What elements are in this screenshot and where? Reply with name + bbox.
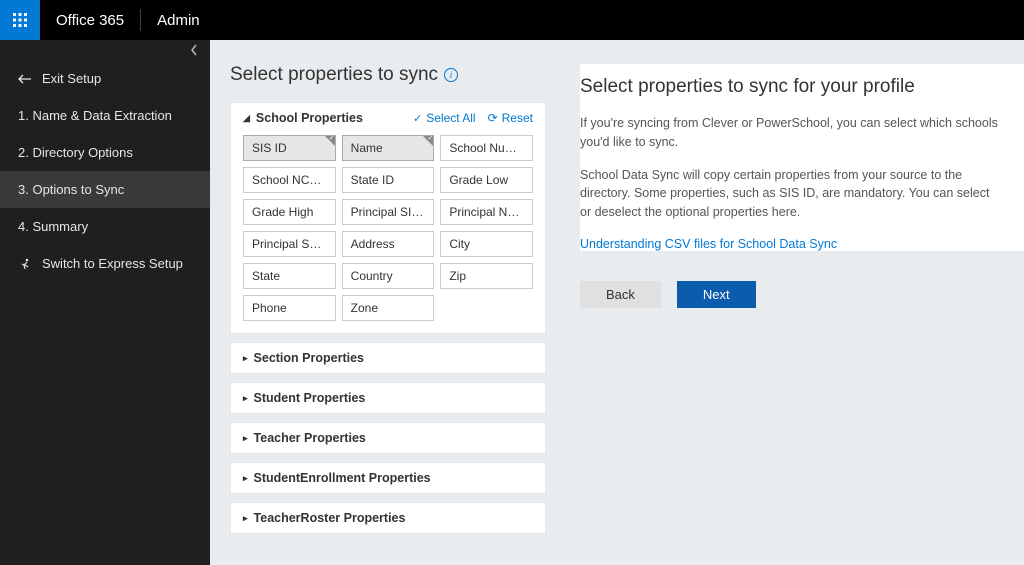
select-all-link[interactable]: ✓ Select All — [413, 111, 476, 125]
middle-title-row: Select properties to sync i — [230, 64, 546, 86]
waffle-icon — [12, 12, 28, 28]
prop-state[interactable]: State — [243, 263, 336, 289]
school-properties-panel: ◢ School Properties ✓ Select All ⟳ Reset S… — [230, 102, 546, 334]
school-properties-title: School Properties — [256, 111, 363, 125]
wizard-buttons: Back Next — [580, 281, 1024, 308]
caret-right-icon: ▸ — [243, 513, 248, 524]
prop-name[interactable]: Name — [342, 135, 435, 161]
help-column: Select properties to sync for your profi… — [560, 40, 1024, 565]
prop-country[interactable]: Country — [342, 263, 435, 289]
school-properties-header[interactable]: ◢ School Properties ✓ Select All ⟳ Reset — [231, 103, 545, 133]
refresh-icon: ⟳ — [488, 111, 498, 125]
arrow-left-icon — [18, 74, 32, 84]
caret-right-icon: ▸ — [243, 353, 248, 364]
student-properties-header[interactable]: ▸ Student Properties — [231, 383, 545, 413]
top-nav: Office 365 Admin — [0, 0, 1024, 40]
sidebar-exit-setup[interactable]: Exit Setup — [0, 60, 210, 97]
sidebar-step-4[interactable]: 4. Summary — [0, 208, 210, 245]
prop-state-id[interactable]: State ID — [342, 167, 435, 193]
student-enrollment-properties-title: StudentEnrollment Properties — [254, 471, 431, 485]
section-properties-title: Section Properties — [254, 351, 364, 365]
right-title: Select properties to sync for your profi… — [580, 76, 1004, 98]
student-properties-panel: ▸ Student Properties — [230, 382, 546, 414]
school-properties-grid: SIS ID Name School Number School NCES_..… — [231, 133, 545, 333]
caret-down-icon: ◢ — [243, 113, 250, 124]
sidebar-step-4-label: 4. Summary — [18, 219, 88, 234]
reset-label: Reset — [502, 111, 533, 125]
prop-school-number[interactable]: School Number — [440, 135, 533, 161]
info-icon[interactable]: i — [444, 68, 458, 82]
wizard-sidebar: Exit Setup 1. Name & Data Extraction 2. … — [0, 40, 210, 565]
right-paragraph-2: School Data Sync will copy certain prope… — [580, 166, 1004, 222]
caret-right-icon: ▸ — [243, 473, 248, 484]
sidebar-step-1-label: 1. Name & Data Extraction — [18, 108, 172, 123]
prop-grade-low[interactable]: Grade Low — [440, 167, 533, 193]
student-properties-title: Student Properties — [254, 391, 366, 405]
middle-title: Select properties to sync — [230, 64, 438, 86]
teacher-properties-panel: ▸ Teacher Properties — [230, 422, 546, 454]
csv-docs-link[interactable]: Understanding CSV files for School Data … — [580, 237, 837, 251]
brand-label[interactable]: Office 365 — [40, 12, 140, 29]
properties-column: Select properties to sync i ◢ School Pro… — [210, 40, 560, 565]
student-enrollment-properties-panel: ▸ StudentEnrollment Properties — [230, 462, 546, 494]
teacher-properties-header[interactable]: ▸ Teacher Properties — [231, 423, 545, 453]
prop-zone[interactable]: Zone — [342, 295, 435, 321]
sidebar-step-2-label: 2. Directory Options — [18, 145, 133, 160]
section-properties-header[interactable]: ▸ Section Properties — [231, 343, 545, 373]
sidebar-collapse-button[interactable] — [0, 40, 210, 60]
sidebar-exit-label: Exit Setup — [42, 71, 101, 86]
teacher-properties-title: Teacher Properties — [254, 431, 366, 445]
teacher-roster-properties-header[interactable]: ▸ TeacherRoster Properties — [231, 503, 545, 533]
running-icon — [18, 257, 32, 271]
student-enrollment-properties-header[interactable]: ▸ StudentEnrollment Properties — [231, 463, 545, 493]
sidebar-switch-express[interactable]: Switch to Express Setup — [0, 245, 210, 282]
prop-zip[interactable]: Zip — [440, 263, 533, 289]
app-name-label[interactable]: Admin — [141, 12, 216, 29]
prop-principal-secondary[interactable]: Principal Seco... — [243, 231, 336, 257]
sidebar-step-2[interactable]: 2. Directory Options — [0, 134, 210, 171]
prop-grade-high[interactable]: Grade High — [243, 199, 336, 225]
prop-school-nces[interactable]: School NCES_... — [243, 167, 336, 193]
check-icon: ✓ — [413, 112, 422, 125]
prop-principal-name[interactable]: Principal Name — [440, 199, 533, 225]
prop-city[interactable]: City — [440, 231, 533, 257]
prop-sis-id[interactable]: SIS ID — [243, 135, 336, 161]
app-launcher-button[interactable] — [0, 0, 40, 40]
caret-right-icon: ▸ — [243, 393, 248, 404]
sidebar-step-1[interactable]: 1. Name & Data Extraction — [0, 97, 210, 134]
right-paragraph-1: If you're syncing from Clever or PowerSc… — [580, 114, 1004, 152]
sidebar-step-3-label: 3. Options to Sync — [18, 182, 124, 197]
sidebar-switch-label: Switch to Express Setup — [42, 256, 183, 271]
next-button[interactable]: Next — [677, 281, 756, 308]
sidebar-step-3[interactable]: 3. Options to Sync — [0, 171, 210, 208]
prop-address[interactable]: Address — [342, 231, 435, 257]
teacher-roster-properties-title: TeacherRoster Properties — [254, 511, 406, 525]
caret-right-icon: ▸ — [243, 433, 248, 444]
teacher-roster-properties-panel: ▸ TeacherRoster Properties — [230, 502, 546, 534]
back-button[interactable]: Back — [580, 281, 661, 308]
section-properties-panel: ▸ Section Properties — [230, 342, 546, 374]
select-all-label: Select All — [426, 111, 475, 125]
reset-link[interactable]: ⟳ Reset — [488, 111, 533, 125]
prop-phone[interactable]: Phone — [243, 295, 336, 321]
prop-principal-sis-id[interactable]: Principal SIS ID — [342, 199, 435, 225]
chevron-left-icon — [190, 44, 198, 56]
